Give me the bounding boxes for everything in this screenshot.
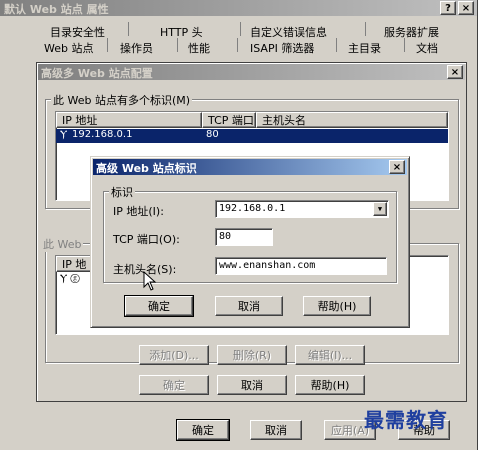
identification-group-label: 标识 bbox=[109, 184, 135, 200]
identification-ok-button[interactable]: 确定 bbox=[124, 295, 194, 317]
tab-operators[interactable]: 操作员 bbox=[120, 40, 153, 56]
row-ip: 192.168.0.1 bbox=[72, 129, 133, 140]
outer-help-button[interactable]: ? bbox=[440, 1, 456, 15]
watermark-text: 最需教育 bbox=[364, 408, 448, 432]
tab-separator bbox=[336, 38, 337, 52]
tab-home-directory[interactable]: 主目录 bbox=[348, 40, 381, 56]
identification-help-button[interactable]: 帮助(H) bbox=[303, 296, 371, 316]
outer-cancel-button[interactable]: 取消 bbox=[250, 420, 302, 440]
tab-server-extensions[interactable]: 服务器扩展 bbox=[384, 24, 439, 40]
list-item[interactable]: Ⲩ 192.168.0.1 80 bbox=[56, 129, 448, 143]
tcp-port-input[interactable]: 80 bbox=[215, 228, 273, 246]
mouse-cursor-icon bbox=[143, 271, 157, 291]
multi-site-title: 高级多 Web 站点配置 bbox=[41, 67, 153, 80]
identification-cancel-button[interactable]: 取消 bbox=[215, 296, 283, 316]
identification-dialog: 高级 Web 站点标识 × 标识 IP 地址(I): 192.168.0.1 ▼… bbox=[90, 156, 410, 328]
multi-help-button[interactable]: 帮助(H) bbox=[295, 375, 365, 395]
ip-address-value: 192.168.0.1 bbox=[219, 203, 286, 214]
tab-documents[interactable]: 文档 bbox=[416, 40, 438, 56]
network-icon: Ⲩ bbox=[60, 129, 68, 140]
identification-close-button[interactable]: × bbox=[389, 160, 405, 174]
multi-ok-button[interactable]: 确定 bbox=[139, 375, 209, 395]
row-port: 80 bbox=[206, 129, 219, 140]
multi-site-title-bar: 高级多 Web 站点配置 × bbox=[38, 64, 465, 80]
add-button[interactable]: 添加(D)... bbox=[139, 345, 209, 365]
identities-group-label: 此 Web 站点有多个标识(M) bbox=[51, 92, 193, 108]
tab-separator bbox=[128, 22, 129, 36]
outer-title: 默认 Web 站点 属性 bbox=[4, 3, 109, 16]
host-header-input[interactable]: www.enanshan.com bbox=[215, 257, 387, 275]
tab-directory-security[interactable]: 目录安全性 bbox=[50, 24, 105, 40]
tcp-port-value: 80 bbox=[219, 231, 232, 242]
multi-cancel-button[interactable]: 取消 bbox=[217, 375, 287, 395]
remove-button[interactable]: 删除(R) bbox=[217, 345, 287, 365]
tab-web-site[interactable]: Web 站点 bbox=[44, 40, 93, 56]
ip-address-select[interactable]: 192.168.0.1 ▼ bbox=[215, 200, 389, 218]
edit-button[interactable]: 编辑(I)... bbox=[295, 345, 365, 365]
identification-title-bar: 高级 Web 站点标识 × bbox=[93, 159, 407, 175]
tab-custom-errors[interactable]: 自定义错误信息 bbox=[250, 24, 327, 40]
tab-isapi-filters[interactable]: ISAPI 筛选器 bbox=[250, 40, 314, 56]
network-icon: Ⲩ ⓖ bbox=[60, 273, 80, 284]
tab-performance[interactable]: 性能 bbox=[188, 40, 210, 56]
chevron-down-icon[interactable]: ▼ bbox=[373, 202, 387, 216]
tab-http-headers[interactable]: HTTP 头 bbox=[160, 24, 203, 40]
tcp-port-label: TCP 端口(O): bbox=[113, 233, 180, 246]
column-ip-address[interactable]: IP 地址 bbox=[56, 112, 202, 128]
tab-separator bbox=[177, 38, 178, 52]
tab-separator bbox=[237, 38, 238, 52]
ip-address-label: IP 地址(I): bbox=[113, 205, 164, 218]
host-header-value: www.enanshan.com bbox=[219, 260, 316, 271]
column-tcp-port[interactable]: TCP 端口 bbox=[202, 112, 256, 128]
column-host-header[interactable]: 主机头名 bbox=[256, 112, 448, 128]
tab-separator bbox=[107, 38, 108, 52]
outer-ok-button[interactable]: 确定 bbox=[176, 419, 230, 441]
multi-site-close-button[interactable]: × bbox=[447, 65, 463, 79]
outer-title-bar: 默认 Web 站点 属性 ? × bbox=[0, 0, 477, 16]
tab-separator bbox=[240, 22, 241, 36]
tab-separator bbox=[365, 22, 366, 36]
identification-title: 高级 Web 站点标识 bbox=[96, 162, 197, 175]
outer-close-button[interactable]: × bbox=[458, 1, 474, 15]
tab-separator bbox=[404, 38, 405, 52]
secure-identities-group-label: 此 Web bbox=[41, 236, 84, 252]
